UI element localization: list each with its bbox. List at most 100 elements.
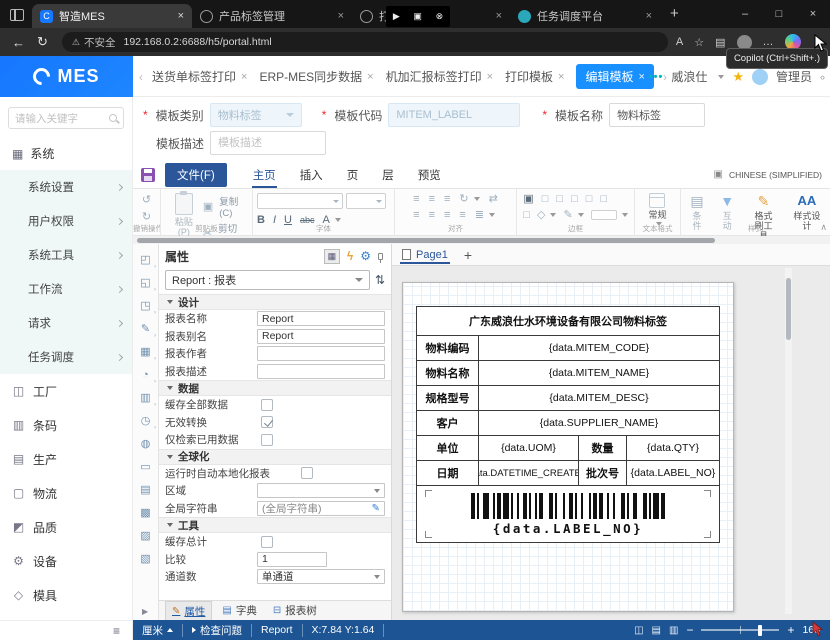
zoom-slider-thumb[interactable]	[758, 625, 762, 636]
toolbox-band-header-icon[interactable]: ▤	[133, 478, 158, 501]
sidebar-item-system-tools[interactable]: 系统工具	[0, 238, 132, 272]
browser-tab[interactable]: 产品标签管理 ×	[192, 4, 352, 28]
label-table[interactable]: 广东威浪仕水环境设备有限公司物料标签 物料编码{data.MITEM_CODE}…	[416, 306, 720, 543]
zoom-slider[interactable]	[701, 629, 779, 631]
undo-icon[interactable]: ↺	[142, 194, 151, 206]
sidebar-item-task-schedule[interactable]: 任务调度	[0, 340, 132, 374]
tab-preview[interactable]: 预览	[417, 161, 442, 188]
tab-close-icon[interactable]: ×	[487, 71, 493, 83]
app-tab[interactable]: 打印模板 ×	[505, 68, 564, 85]
stop-share-icon[interactable]: ⊗	[436, 11, 444, 22]
user-name[interactable]: 管理员	[776, 68, 812, 85]
maximize-button[interactable]: □	[762, 0, 796, 28]
view-mode-1-icon[interactable]: ◫	[634, 625, 643, 636]
table-row[interactable]: 物料名称{data.MITEM_NAME}	[417, 361, 719, 386]
section-tools[interactable]: 工具	[159, 517, 391, 533]
sidebar-item-request[interactable]: 请求	[0, 306, 132, 340]
align-bottom-icon[interactable]: ≡	[444, 193, 450, 205]
table-row[interactable]: 规格型号{data.MITEM_DESC}	[417, 386, 719, 411]
toolbox-shape-icon[interactable]: ◔›	[133, 363, 158, 386]
tab-scroll-left-icon[interactable]: ‹	[136, 70, 146, 84]
border-none-icon[interactable]: □	[523, 209, 530, 221]
align-center-icon[interactable]: ≡	[429, 209, 435, 221]
add-page-button[interactable]: +	[464, 247, 472, 263]
app-tab[interactable]: ERP-MES同步数据 ×	[259, 68, 373, 85]
border-left-icon[interactable]: □	[586, 193, 593, 205]
settings-more-icon[interactable]: …	[763, 36, 774, 48]
url-text[interactable]: 192.168.0.2:6688/h5/portal.html	[123, 36, 271, 48]
more-menu-icon[interactable]: •••	[649, 71, 664, 83]
save-icon[interactable]	[141, 168, 155, 182]
border-top-icon[interactable]: □	[556, 193, 563, 205]
font-family-select[interactable]	[257, 193, 343, 209]
favorite-star-icon[interactable]: ☆	[694, 36, 704, 49]
border-bottom-icon[interactable]: □	[571, 193, 578, 205]
horizontal-scrollbar[interactable]	[133, 236, 830, 244]
file-menu-button[interactable]: 文件(F)	[165, 163, 227, 187]
border-outer-icon[interactable]: □	[542, 193, 549, 205]
table-row[interactable]: 物料编码{data.MITEM_CODE}	[417, 336, 719, 361]
minimize-button[interactable]: –	[728, 0, 762, 28]
text-rotate-icon[interactable]: ↻	[459, 193, 468, 205]
toolbox-band-summary-icon[interactable]: ▧	[133, 547, 158, 570]
report-desc-input[interactable]	[257, 364, 385, 379]
tab-close-icon[interactable]: ×	[636, 10, 652, 22]
border-color-icon[interactable]: ✎	[563, 209, 572, 221]
new-tab-button[interactable]: +	[670, 5, 679, 22]
tab-close-icon[interactable]: ×	[328, 10, 344, 22]
table-row[interactable]: 客户{data.SUPPLIER_NAME}	[417, 411, 719, 436]
align-left-icon[interactable]: ≡	[413, 209, 419, 221]
company-name[interactable]: 威浪仕	[671, 68, 707, 85]
tab-close-icon[interactable]: ×	[367, 71, 373, 83]
table-row[interactable]: 单位{data.UOM} 数量{data.QTY}	[417, 436, 719, 461]
toolbox-table-icon[interactable]: ▦›	[133, 340, 158, 363]
toolbox-gauge-icon[interactable]: ◷›	[133, 409, 158, 432]
align-right-icon[interactable]: ≡	[444, 209, 450, 221]
sidebar-item-workflow[interactable]: 工作流	[0, 272, 132, 306]
template-name-input[interactable]	[609, 103, 705, 127]
redo-icon[interactable]: ↻	[142, 211, 151, 223]
back-icon[interactable]: ←	[12, 35, 25, 50]
read-aloud-icon[interactable]: A	[676, 36, 683, 48]
tab-layer[interactable]: 层	[381, 161, 395, 188]
refresh-icon[interactable]: ↻	[37, 34, 48, 50]
global-strings-field[interactable]: (全局字符串)✎	[257, 501, 385, 516]
sidebar-item-tool[interactable]: ✐工具	[0, 612, 132, 620]
template-category-select[interactable]: 物料标签	[210, 103, 302, 127]
auto-localize-checkbox[interactable]	[301, 467, 313, 479]
line-spacing-icon[interactable]: ≣	[475, 209, 484, 221]
app-tab[interactable]: 送货单标签打印 ×	[152, 68, 247, 85]
sidebar-item-barcode[interactable]: ▥条码	[0, 408, 132, 442]
tab-home[interactable]: 主页	[252, 161, 277, 188]
security-label[interactable]: 不安全	[84, 35, 116, 50]
invalid-convert-checkbox[interactable]	[261, 416, 273, 428]
app-tab[interactable]: 机加汇报标签打印 ×	[386, 68, 493, 85]
report-author-input[interactable]	[257, 346, 385, 361]
events-icon[interactable]: ϟ	[347, 249, 353, 263]
zoom-in-button[interactable]: +	[787, 623, 794, 637]
scrollbar-thumb[interactable]	[137, 238, 715, 243]
tab-properties[interactable]: ✎属性	[165, 601, 212, 621]
toolbox-page-icon[interactable]: ▭	[133, 455, 158, 478]
unit-selector[interactable]: 厘米	[133, 624, 183, 637]
tab-close-icon[interactable]: ×	[486, 10, 502, 22]
tab-workspaces-icon[interactable]	[10, 9, 24, 21]
sidebar-item-factory[interactable]: ◫工厂	[0, 374, 132, 408]
browser-tab[interactable]: 任务调度平台 ×	[510, 4, 660, 28]
tab-close-icon[interactable]: ×	[241, 71, 247, 83]
sidebar-item-user-permissions[interactable]: 用户权限	[0, 204, 132, 238]
text-direction-icon[interactable]: ⇄	[489, 193, 498, 205]
cache-totals-checkbox[interactable]	[261, 536, 273, 548]
border-right-icon[interactable]: □	[600, 193, 607, 205]
barcode-component[interactable]: {data.LABEL_NO}	[417, 486, 719, 542]
sidebar-item-system[interactable]: ▦ 系统	[0, 137, 132, 170]
tab-close-icon[interactable]: ×	[168, 10, 184, 22]
tab-report-tree[interactable]: ⊟报表树	[267, 601, 323, 620]
label-title[interactable]: 广东威浪仕水环境设备有限公司物料标签	[417, 307, 719, 336]
favorite-icon[interactable]: ★	[732, 69, 744, 85]
sidebar-item-logistics[interactable]: ▢物流	[0, 476, 132, 510]
pin-icon[interactable]	[378, 253, 383, 260]
app-tab-active[interactable]: 编辑模板 ×	[576, 64, 653, 89]
align-justify-icon[interactable]: ≡	[459, 209, 465, 221]
copy-icon[interactable]: ▣	[203, 201, 213, 213]
